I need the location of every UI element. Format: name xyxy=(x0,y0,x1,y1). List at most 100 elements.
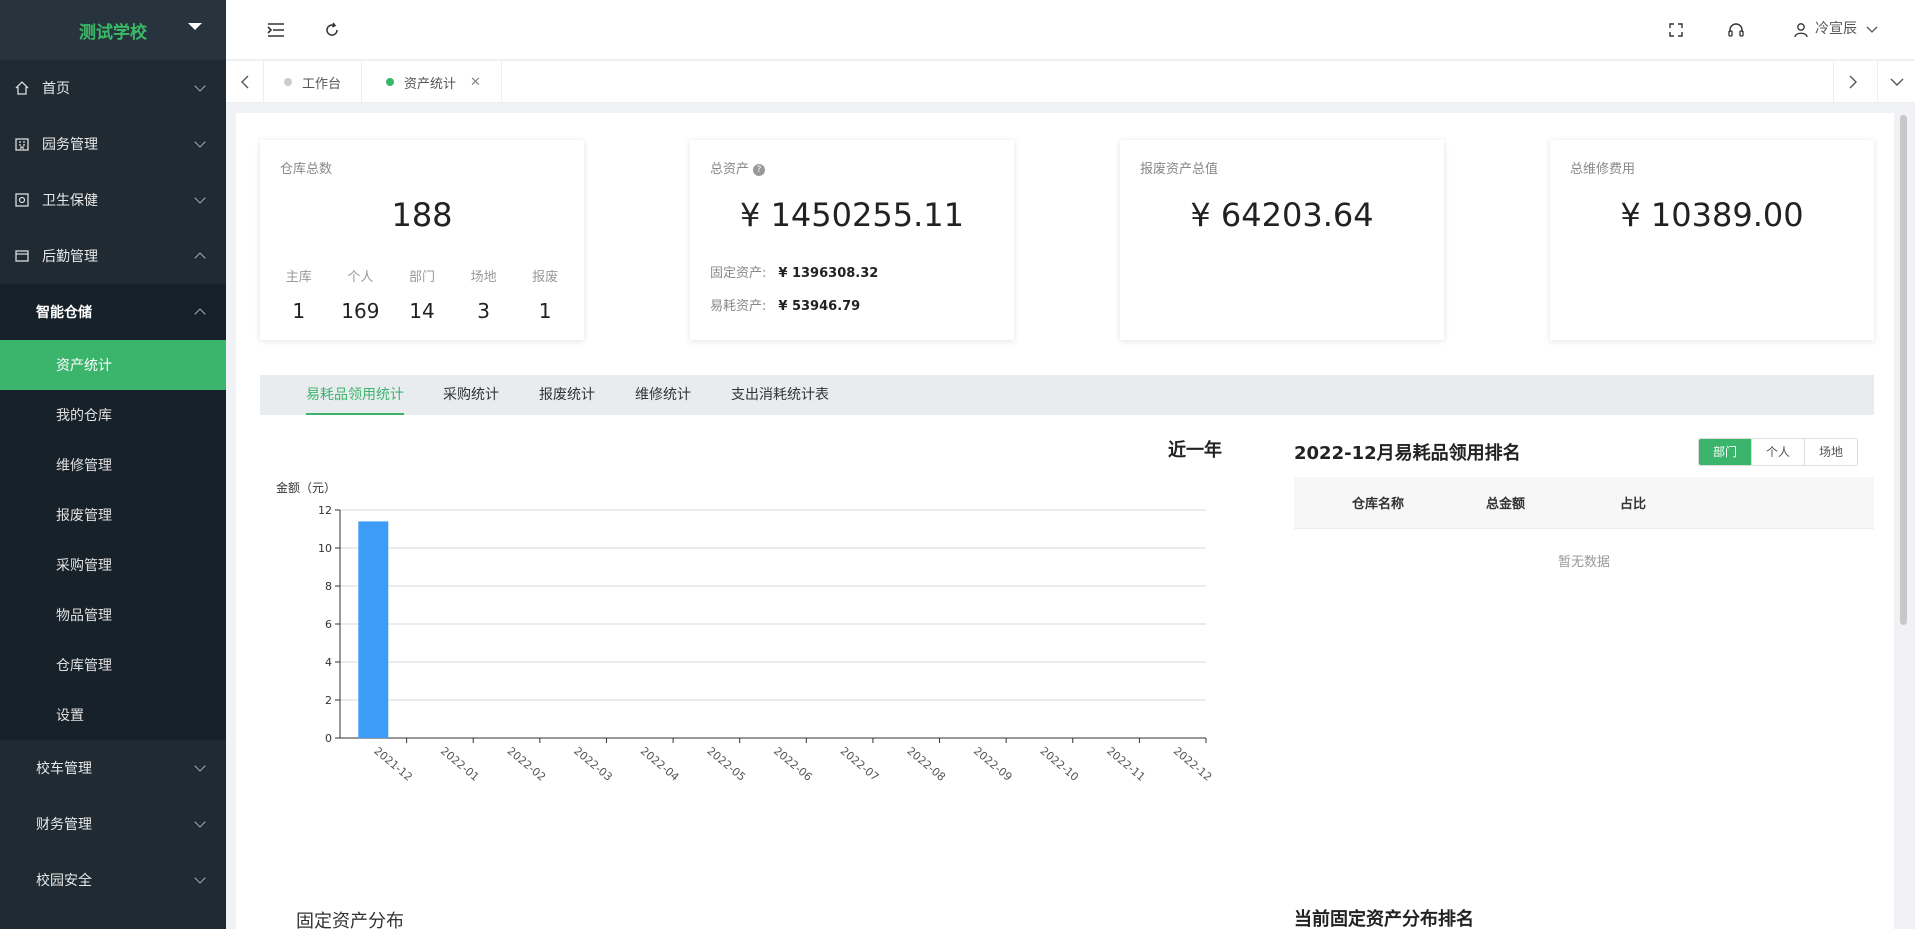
card-title: 总资产 xyxy=(710,162,750,177)
y-tick-label: 12 xyxy=(318,504,332,517)
fixed-assets-ranking-title: 当前固定资产分布排名 xyxy=(1294,909,1474,929)
y-tick-label: 8 xyxy=(325,580,332,593)
tab-scroll-left[interactable] xyxy=(226,61,264,103)
segment-dept[interactable]: 部门 xyxy=(1699,439,1752,465)
tab-label: 工作台 xyxy=(302,76,342,92)
chevron-down-icon[interactable] xyxy=(1862,20,1882,40)
x-tick-label: 2022-07 xyxy=(838,744,882,784)
building-icon xyxy=(14,136,30,152)
user-name[interactable]: 冷宣辰 xyxy=(1815,18,1857,38)
chevron-down-icon xyxy=(194,80,206,92)
submenu-smart-warehouse[interactable]: 智能仓储 xyxy=(0,284,226,340)
tab-more-dropdown[interactable] xyxy=(1877,61,1915,103)
sidebar-item-settings[interactable]: 设置 xyxy=(0,690,226,740)
sidebar: 测试学校 首页 园务管理 卫生保健 后勤管理 智能仓储 资产统计 我的仓库 维修… xyxy=(0,0,226,929)
column-header: 仓库名称 xyxy=(1352,497,1405,512)
brand-switcher[interactable]: 测试学校 xyxy=(0,0,226,60)
sidebar-item-purchase[interactable]: 采购管理 xyxy=(0,540,226,590)
breakdown-value: 169 xyxy=(341,299,380,323)
window-icon xyxy=(14,248,30,264)
help-icon[interactable]: ? xyxy=(753,164,766,176)
tab-expense-stats[interactable]: 支出消耗统计表 xyxy=(731,375,829,415)
empty-state: 暂无数据 xyxy=(1557,555,1610,570)
sidebar-item-warehouse-mgmt[interactable]: 仓库管理 xyxy=(0,640,226,690)
headset-icon[interactable] xyxy=(1726,20,1746,40)
sidebar-item-my-warehouse[interactable]: 我的仓库 xyxy=(0,390,226,440)
logistics-submenu: 智能仓储 资产统计 我的仓库 维修管理 报废管理 采购管理 物品管理 仓库管理 … xyxy=(0,284,226,740)
breakdown-value: 1 xyxy=(292,299,306,323)
x-tick-label: 2022-12 xyxy=(1171,744,1215,784)
column-header: 占比 xyxy=(1620,497,1647,512)
refresh-icon[interactable] xyxy=(322,20,342,40)
card-repair-total: 总维修费用 ¥ 10389.00 xyxy=(1550,140,1874,340)
scrollbar[interactable] xyxy=(1900,115,1907,625)
sidebar-item-finance[interactable]: 财务管理 xyxy=(0,796,226,852)
sidebar-item-label: 后勤管理 xyxy=(42,249,98,265)
x-tick-label: 2022-04 xyxy=(638,744,682,784)
tab-consumable-stats[interactable]: 易耗品领用统计 xyxy=(306,375,404,415)
sidebar-item-scrap[interactable]: 报废管理 xyxy=(0,490,226,540)
breakdown-label: 个人 xyxy=(347,270,374,285)
sidebar-item-home[interactable]: 首页 xyxy=(0,60,226,116)
sidebar-item-label: 园务管理 xyxy=(42,137,98,153)
main-panel: 仓库总数 188 主库 1 个人 169 部门 14 场地 3 报废 1 总资产? ¥ 1… xyxy=(236,113,1894,929)
tab-scrap-stats[interactable]: 报废统计 xyxy=(539,375,595,415)
submenu-head-label: 智能仓储 xyxy=(36,305,92,321)
tab-bar: 工作台 资产统计 ✕ xyxy=(226,61,1915,103)
ranking-table: 仓库名称 总金额 占比 暂无数据 xyxy=(1294,477,1874,570)
x-tick-label: 2022-01 xyxy=(438,744,482,784)
card-total-assets: 总资产? ¥ 1450255.11 固定资产: ¥ 1396308.32 易耗资产… xyxy=(690,140,1014,340)
tab-workbench[interactable]: 工作台 xyxy=(264,61,363,103)
chevron-down-icon xyxy=(194,192,206,204)
tab-label: 资产统计 xyxy=(404,76,457,92)
consumable-bar-chart: 金额（元） 0 2 4 6 8 10 12 2021-12 2022-01 2022-02 2022… xyxy=(276,458,1216,828)
detail-label: 固定资产: xyxy=(710,266,767,281)
x-tick-label: 2021-12 xyxy=(371,744,415,784)
bar xyxy=(358,521,389,738)
sidebar-item-goods[interactable]: 物品管理 xyxy=(0,590,226,640)
fullscreen-icon[interactable] xyxy=(1666,20,1686,40)
breakdown-label: 主库 xyxy=(285,270,312,285)
menu-fold-icon[interactable] xyxy=(266,20,286,40)
sidebar-item-asset-stats[interactable]: 资产统计 xyxy=(0,340,226,390)
sidebar-item-campus[interactable]: 园务管理 xyxy=(0,116,226,172)
breakdown-label: 场地 xyxy=(470,270,497,285)
breakdown-value: 3 xyxy=(477,299,490,323)
sidebar-item-label: 卫生保健 xyxy=(42,193,98,209)
school-name: 测试学校 xyxy=(79,22,147,43)
stat-tabs: 易耗品领用统计 采购统计 报废统计 维修统计 支出消耗统计表 xyxy=(260,375,1874,415)
card-value: ¥ 10389.00 xyxy=(1620,196,1804,234)
tab-asset-stats[interactable]: 资产统计 ✕ xyxy=(366,61,502,103)
tab-repair-stats[interactable]: 维修统计 xyxy=(635,375,691,415)
caret-down-icon[interactable] xyxy=(188,23,202,30)
y-axis-label: 金额（元） xyxy=(276,480,336,495)
user-icon[interactable] xyxy=(1791,20,1811,40)
tab-purchase-stats[interactable]: 采购统计 xyxy=(443,375,499,415)
x-tick-label: 2022-05 xyxy=(704,744,748,784)
detail-value: ¥ 53946.79 xyxy=(778,299,861,314)
sidebar-item-health[interactable]: 卫生保健 xyxy=(0,172,226,228)
card-value: ¥ 64203.64 xyxy=(1190,196,1374,234)
detail-value: ¥ 1396308.32 xyxy=(778,266,879,281)
sidebar-item-repair[interactable]: 维修管理 xyxy=(0,440,226,490)
sidebar-item-security[interactable]: 校园安全 xyxy=(0,852,226,908)
close-icon[interactable]: ✕ xyxy=(470,75,481,90)
y-tick-label: 6 xyxy=(325,618,332,631)
tab-status-dot xyxy=(284,78,292,86)
home-icon xyxy=(14,80,30,96)
tab-status-dot xyxy=(386,78,394,86)
card-title-wrap: 总资产? xyxy=(710,158,766,177)
ranking-segment: 部门 个人 场地 xyxy=(1698,438,1859,466)
sidebar-item-logistics[interactable]: 后勤管理 xyxy=(0,228,226,284)
sidebar-item-bus[interactable]: 校车管理 xyxy=(0,740,226,796)
column-header: 总金额 xyxy=(1486,497,1526,512)
x-tick-label: 2022-02 xyxy=(505,744,549,784)
segment-venue[interactable]: 场地 xyxy=(1804,439,1858,465)
tab-scroll-right[interactable] xyxy=(1833,61,1871,103)
segment-personal[interactable]: 个人 xyxy=(1751,439,1805,465)
breakdown-main: 主库 1 xyxy=(274,266,324,323)
card-warehouse-total: 仓库总数 188 主库 1 个人 169 部门 14 场地 3 报废 1 xyxy=(260,140,584,340)
breakdown-personal: 个人 169 xyxy=(335,266,385,323)
chevron-down-icon xyxy=(194,760,206,772)
chevron-left-icon xyxy=(240,75,248,89)
